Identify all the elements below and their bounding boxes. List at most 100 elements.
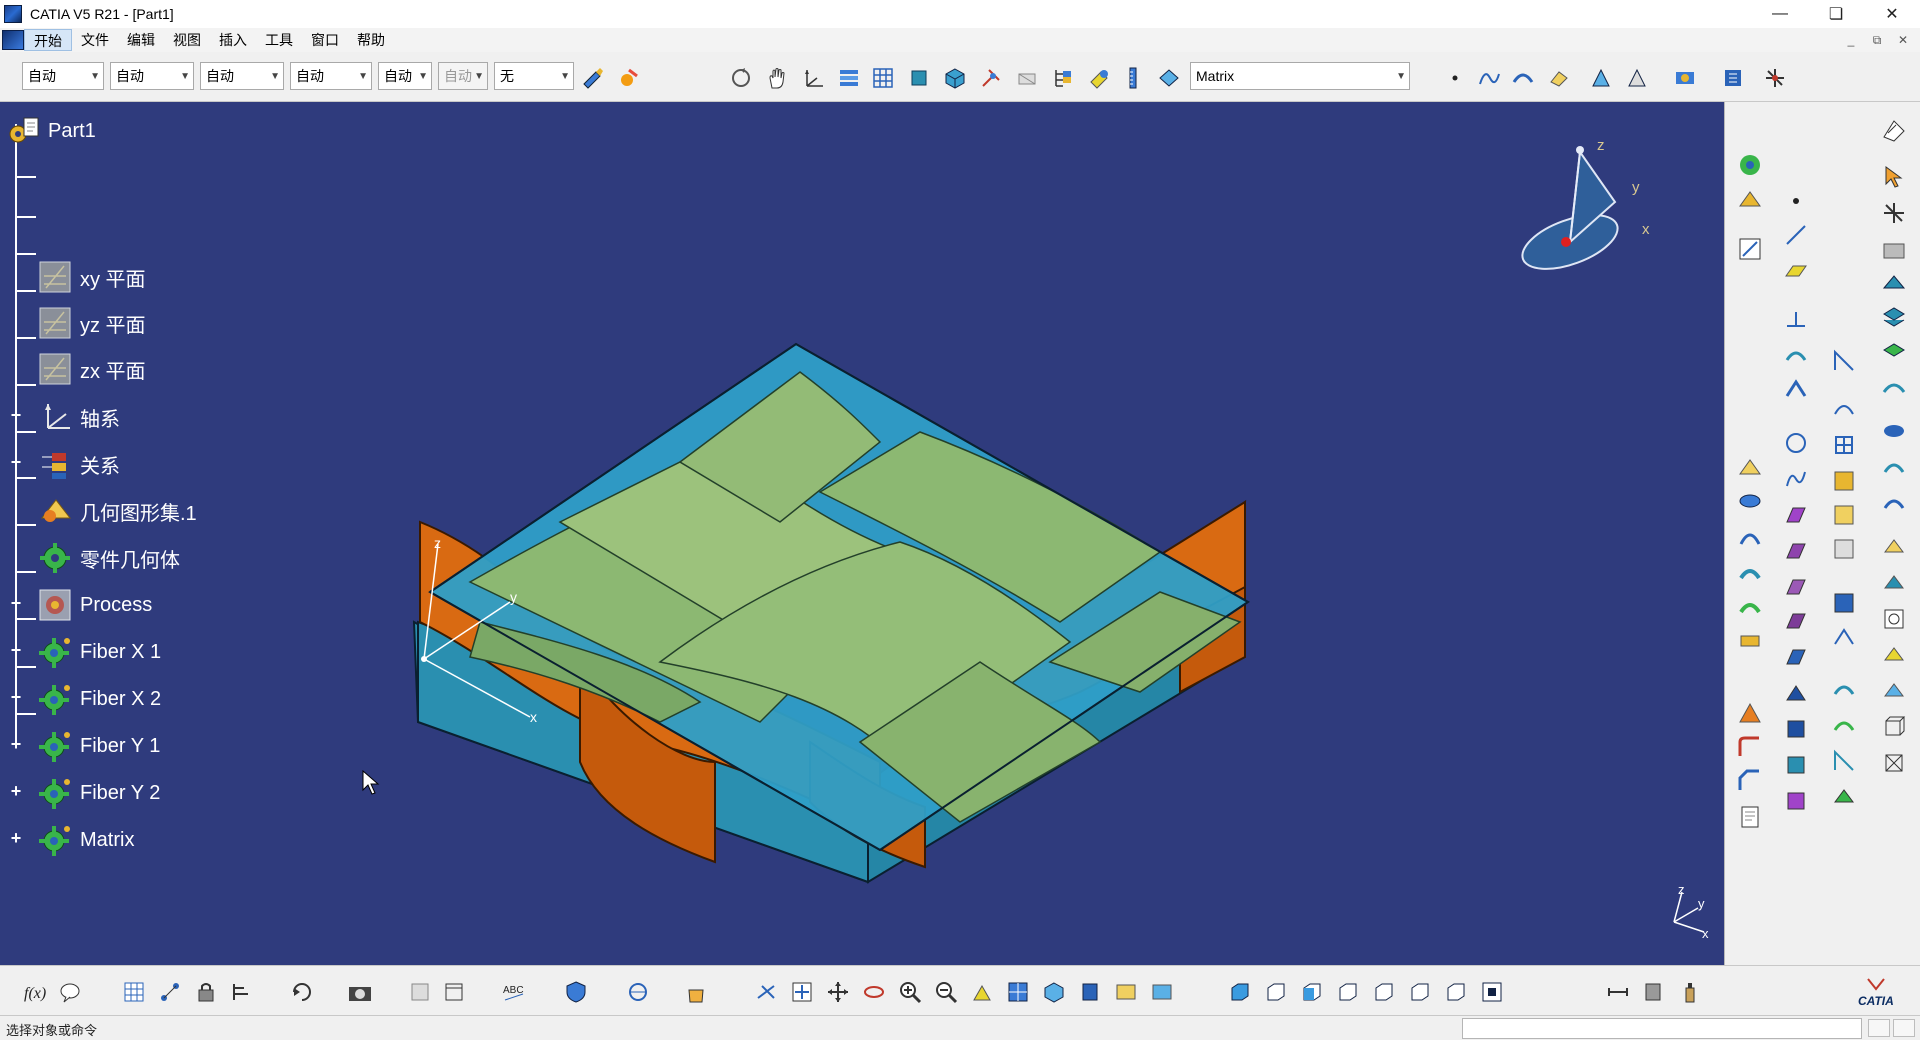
projection-icon[interactable] xyxy=(1781,306,1811,336)
sketcher-icon[interactable] xyxy=(1735,150,1765,180)
workbench-icon[interactable] xyxy=(1879,116,1909,146)
minimize-button[interactable]: — xyxy=(1752,0,1808,28)
extrapolate-icon[interactable] xyxy=(1829,782,1859,812)
swap-visible-space-icon[interactable] xyxy=(440,978,468,1006)
document-icon[interactable] xyxy=(1735,802,1765,832)
fly-mode-icon[interactable] xyxy=(752,978,780,1006)
hand-manipulate-icon[interactable] xyxy=(682,978,710,1006)
shading-icon[interactable] xyxy=(1076,978,1104,1006)
update-all-icon[interactable] xyxy=(288,978,316,1006)
corner-icon[interactable] xyxy=(1829,346,1859,376)
line-type-combo[interactable]: 自动 ▼ xyxy=(290,62,372,90)
layer-combo[interactable]: 无 ▼ xyxy=(494,62,574,90)
trim-icon[interactable] xyxy=(1781,750,1811,780)
shaft-icon[interactable] xyxy=(1735,486,1765,516)
iso-view-icon[interactable] xyxy=(942,65,968,91)
left-view-icon[interactable] xyxy=(1298,978,1326,1006)
offset-surface-icon[interactable] xyxy=(1735,592,1765,622)
zoom-out-icon[interactable] xyxy=(932,978,960,1006)
blend-icon[interactable] xyxy=(1781,642,1811,672)
combine-icon[interactable] xyxy=(1781,340,1811,370)
curve-icon[interactable] xyxy=(1781,464,1811,494)
normal-view-icon[interactable] xyxy=(968,978,996,1006)
update-icon[interactable] xyxy=(728,65,754,91)
multi-view-icon[interactable] xyxy=(1004,978,1032,1006)
light-source-icon[interactable] xyxy=(1879,676,1909,706)
sweep-icon[interactable] xyxy=(1546,65,1572,91)
reflect-line-icon[interactable] xyxy=(1781,374,1811,404)
line-icon[interactable] xyxy=(1781,220,1811,250)
close-button[interactable]: ✕ xyxy=(1864,0,1920,28)
revolve-icon[interactable] xyxy=(1781,536,1811,566)
work-object-select[interactable]: Matrix ▼ xyxy=(1190,62,1410,90)
box-icon[interactable] xyxy=(1879,712,1909,742)
rotate-view-icon[interactable] xyxy=(860,978,888,1006)
bottom-view-icon[interactable] xyxy=(1406,978,1434,1006)
status-button-2[interactable] xyxy=(1893,1019,1915,1037)
top-view-icon[interactable] xyxy=(1370,978,1398,1006)
named-views-icon[interactable] xyxy=(1442,978,1470,1006)
connect-curve-icon[interactable] xyxy=(1829,394,1859,424)
wireframe-box-icon[interactable] xyxy=(1879,748,1909,778)
line-thickness-combo[interactable]: 自动 ▼ xyxy=(200,62,284,90)
graphic-properties-icon[interactable] xyxy=(616,65,642,91)
create-view-icon[interactable] xyxy=(1478,978,1506,1006)
menu-view[interactable]: 视图 xyxy=(164,29,210,51)
capture-icon[interactable] xyxy=(346,978,374,1006)
pan-icon[interactable] xyxy=(824,978,852,1006)
scaling-icon[interactable] xyxy=(1829,674,1859,704)
constraint-icon[interactable] xyxy=(1640,978,1668,1006)
menu-start[interactable]: 开始 xyxy=(24,29,72,51)
right-view-icon[interactable] xyxy=(1334,978,1362,1006)
catia-menu-logo[interactable] xyxy=(2,30,24,50)
healing-icon[interactable] xyxy=(1829,500,1859,530)
painter-icon[interactable] xyxy=(580,65,606,91)
symmetry-icon[interactable] xyxy=(1829,622,1859,652)
extrude-icon[interactable] xyxy=(1781,500,1811,530)
select-arrow-icon[interactable] xyxy=(1879,162,1909,192)
doc-minimize-button[interactable]: _ xyxy=(1838,33,1864,47)
solid-tool-icon[interactable] xyxy=(1879,268,1909,298)
color-combo[interactable]: 自动 ▼ xyxy=(22,62,104,90)
fiber-modeler-icon[interactable] xyxy=(1879,198,1909,228)
comment-icon[interactable] xyxy=(56,978,84,1006)
split-icon[interactable] xyxy=(1781,714,1811,744)
hand-pan-icon[interactable] xyxy=(764,65,790,91)
fit-all-in-icon[interactable] xyxy=(788,978,816,1006)
analysis-icon[interactable] xyxy=(1588,65,1614,91)
connect-checker-icon[interactable] xyxy=(1879,532,1909,562)
hide-show-swap-icon[interactable] xyxy=(1112,978,1140,1006)
law-icon[interactable] xyxy=(228,978,256,1006)
shield-icon[interactable] xyxy=(562,978,590,1006)
pattern-icon[interactable] xyxy=(1829,430,1859,460)
extract-icon[interactable] xyxy=(1829,466,1859,496)
axis-system-tool-icon[interactable] xyxy=(800,65,826,91)
zoom-in-icon[interactable] xyxy=(896,978,924,1006)
menu-help[interactable]: 帮助 xyxy=(348,29,394,51)
3d-viewport[interactable]: Part1 xy 平面 yz 平面 zx 平面 + 轴系 + 关系 几何图形集.… xyxy=(0,102,1724,965)
pad-icon[interactable] xyxy=(1735,452,1765,482)
layer-stack-icon[interactable] xyxy=(1879,302,1909,332)
compass-tool-icon[interactable] xyxy=(624,978,652,1006)
rotate-icon[interactable] xyxy=(1829,588,1859,618)
laminate-icon[interactable] xyxy=(1879,338,1909,368)
formula-icon[interactable]: f(x) xyxy=(22,978,50,1006)
restore-button[interactable]: ❏ xyxy=(1808,0,1864,28)
status-button-1[interactable] xyxy=(1868,1019,1890,1037)
define-in-work-object-icon[interactable] xyxy=(1156,65,1182,91)
translate-icon[interactable] xyxy=(1829,534,1859,564)
composite-model[interactable]: z x y xyxy=(0,102,1724,965)
ply-tool-icon[interactable] xyxy=(1879,236,1909,266)
doc-close-button[interactable]: ✕ xyxy=(1890,33,1916,47)
back-view-icon[interactable] xyxy=(1262,978,1290,1006)
measure-icon[interactable] xyxy=(1086,65,1112,91)
bottle-icon[interactable] xyxy=(1676,978,1704,1006)
axis-to-axis-icon[interactable] xyxy=(1829,746,1859,776)
multi-section-icon[interactable] xyxy=(1735,558,1765,588)
boolean-icon[interactable] xyxy=(1879,416,1909,446)
curvature-icon[interactable] xyxy=(1879,640,1909,670)
transparency-combo[interactable]: 自动 ▼ xyxy=(110,62,194,90)
knowledge-icon[interactable] xyxy=(1672,65,1698,91)
hide-show-icon[interactable] xyxy=(1014,65,1040,91)
sweep-surface-icon[interactable] xyxy=(1781,572,1811,602)
